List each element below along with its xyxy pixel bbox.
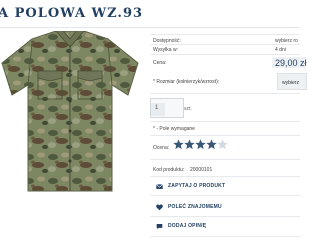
price-value: 29,00 zł bbox=[275, 58, 307, 68]
recommend-label: POLEĆ ZNAJOMEMU bbox=[168, 204, 222, 210]
info-divider bbox=[150, 54, 300, 55]
info-divider bbox=[150, 135, 300, 136]
add-review-button[interactable]: DODAJ OPINIĘ bbox=[150, 219, 300, 233]
recommend-button[interactable]: POLEĆ ZNAJOMEMU bbox=[150, 200, 300, 214]
rating-label: Ocena: bbox=[153, 145, 170, 151]
add-review-label: DODAJ OPINIĘ bbox=[168, 223, 207, 229]
product-code-value: 20000101 bbox=[190, 167, 213, 173]
rating-stars[interactable] bbox=[173, 139, 228, 150]
envelope-icon bbox=[156, 183, 163, 189]
ask-about-product-button[interactable]: ZAPYTAJ O PRODUKT bbox=[150, 179, 300, 193]
star-filled-icon[interactable] bbox=[195, 139, 206, 150]
star-filled-icon[interactable] bbox=[184, 139, 195, 150]
size-option-label: * Rozmiar (kołnierzyk/wzrost): bbox=[153, 79, 220, 85]
shipping-label: Wysyłka w: bbox=[153, 47, 178, 53]
action-divider bbox=[150, 195, 300, 196]
required-note: * - Pole wymagane bbox=[153, 126, 195, 132]
ask-about-product-label: ZAPYTAJ O PRODUKT bbox=[168, 183, 226, 189]
size-select-value[interactable]: wybierz bbox=[282, 80, 299, 86]
info-divider bbox=[150, 121, 300, 122]
quantity-value[interactable]: 1 bbox=[155, 105, 158, 111]
action-divider bbox=[150, 236, 300, 237]
product-code-label: Kod produktu: bbox=[153, 167, 185, 173]
star-filled-icon[interactable] bbox=[173, 139, 184, 150]
shipping-value: 4 dni bbox=[275, 47, 286, 53]
action-divider bbox=[150, 216, 300, 217]
info-divider bbox=[150, 176, 300, 177]
chat-bubble-icon bbox=[156, 223, 163, 229]
product-image[interactable] bbox=[0, 31, 140, 199]
quantity-unit: szt. bbox=[184, 106, 192, 112]
info-divider bbox=[150, 44, 300, 45]
title-divider bbox=[0, 27, 300, 28]
info-divider bbox=[150, 34, 300, 35]
info-divider bbox=[150, 159, 300, 160]
star-empty-icon[interactable] bbox=[217, 139, 228, 150]
star-filled-icon[interactable] bbox=[206, 139, 217, 150]
product-title: A POLOWA WZ.93 bbox=[0, 6, 144, 21]
price-label: Cena: bbox=[153, 60, 167, 66]
heart-icon bbox=[156, 204, 163, 210]
info-divider bbox=[150, 93, 300, 94]
